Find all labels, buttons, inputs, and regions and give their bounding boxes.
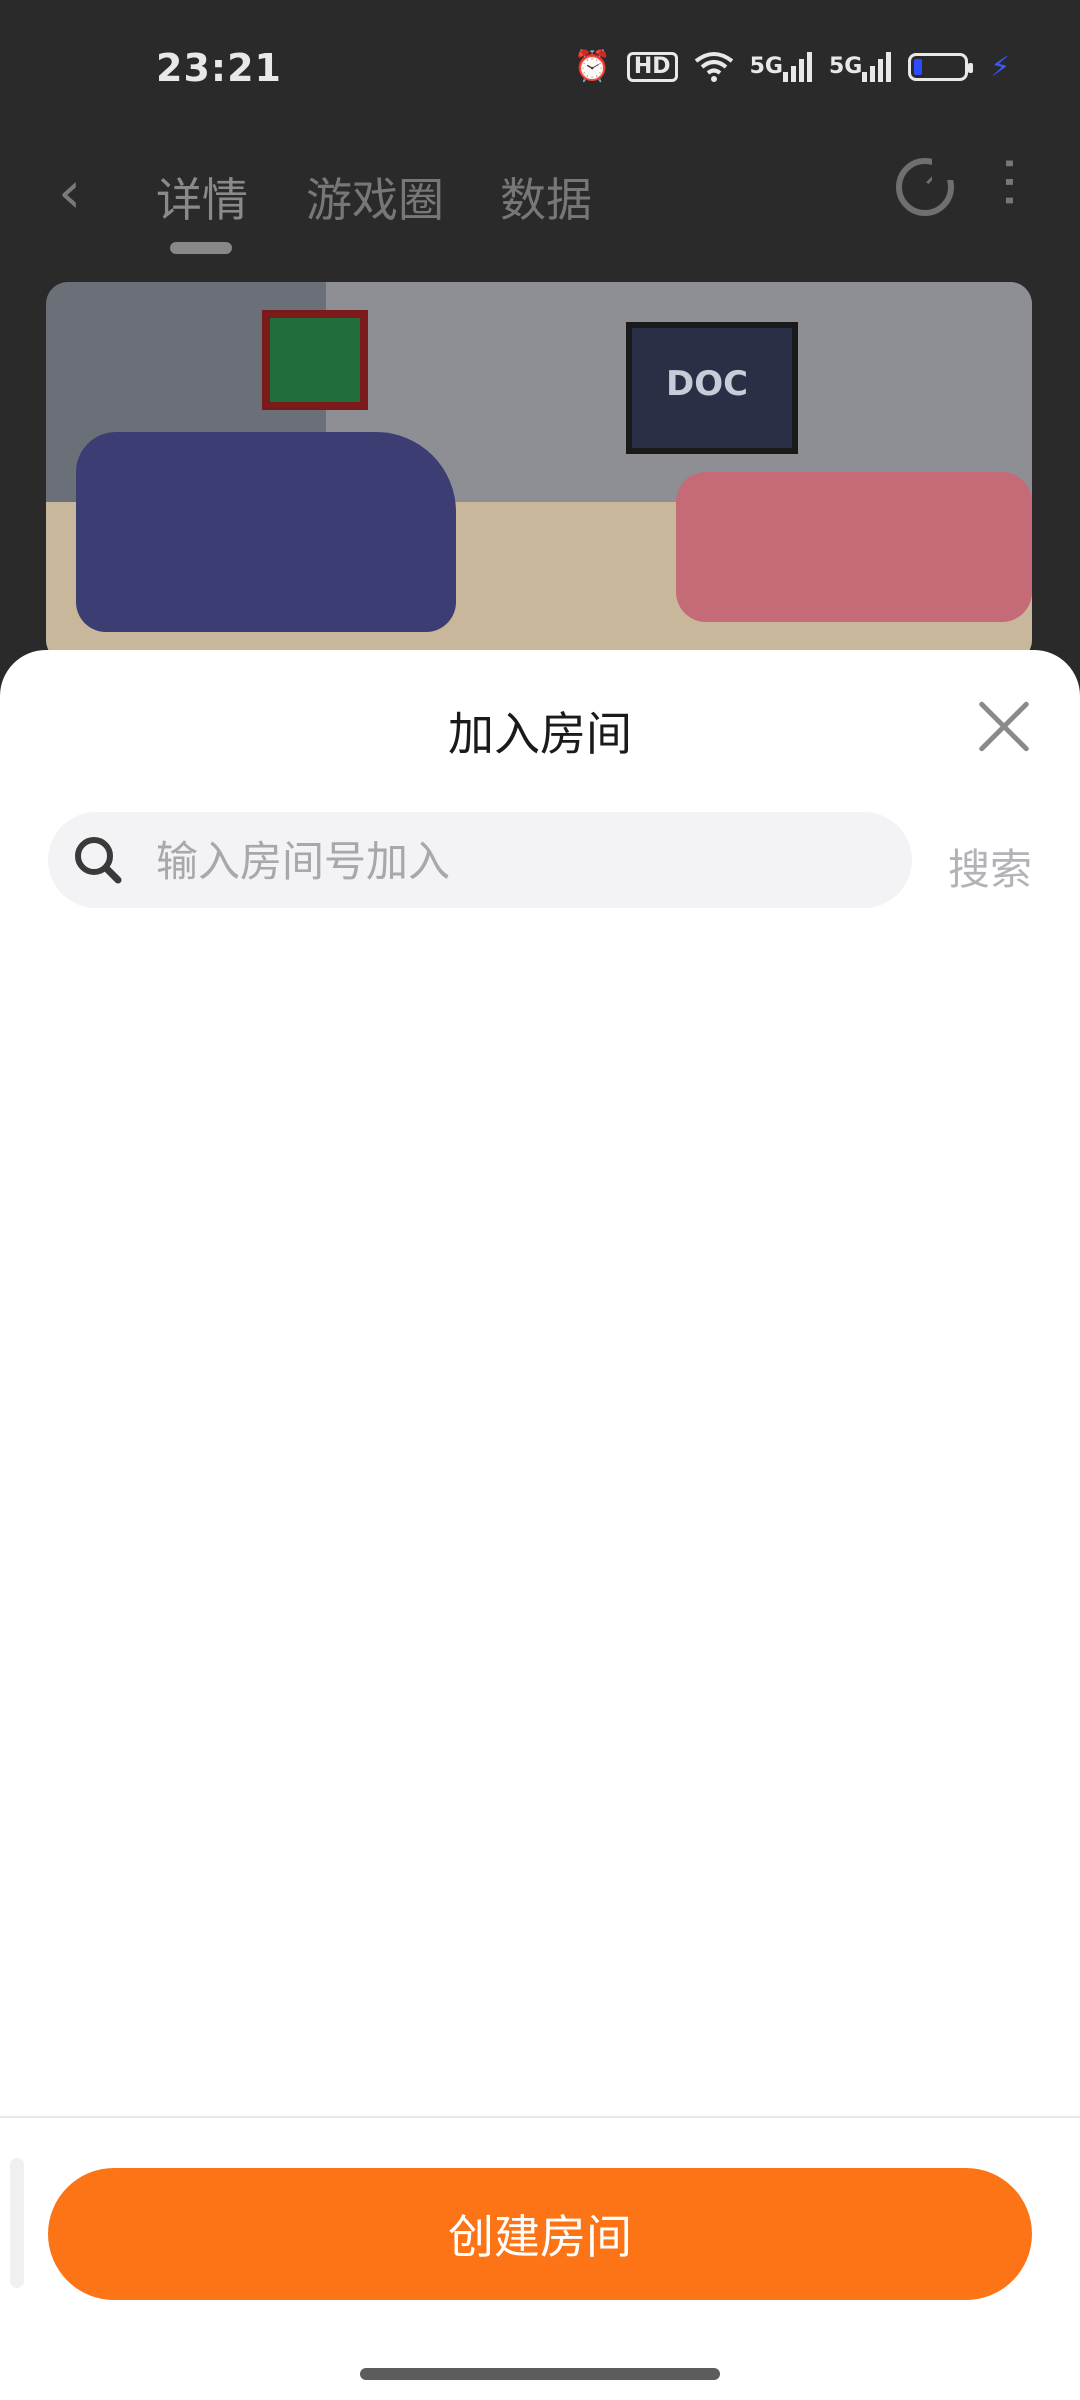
- tab-data[interactable]: 数据: [500, 164, 592, 230]
- close-icon[interactable]: [976, 698, 1032, 754]
- status-time: 23:21: [156, 46, 282, 90]
- home-indicator[interactable]: [360, 2368, 720, 2380]
- tab-details[interactable]: 详情: [156, 164, 248, 230]
- status-bar: 23:21 ⏰ HD 5G 5G ⚡: [0, 0, 1080, 130]
- hd-voice-icon: HD: [626, 51, 678, 82]
- room-number-input[interactable]: [154, 812, 898, 910]
- search-box[interactable]: [48, 812, 912, 910]
- sheet-title: 加入房间: [448, 707, 632, 761]
- sofa: [676, 472, 1032, 622]
- search-icon: [72, 834, 124, 886]
- wall-picture: [262, 310, 368, 410]
- create-room-button[interactable]: 创建房间: [48, 2168, 1032, 2300]
- status-icons: ⏰ HD 5G 5G ⚡: [574, 50, 1010, 83]
- alarm-icon: ⏰: [573, 48, 611, 84]
- 5g-signal-icon: 5G: [749, 51, 813, 82]
- tv-logo-text: DOC: [666, 364, 749, 404]
- edge-handle: [10, 2158, 24, 2288]
- game-banner-image: DOC: [46, 282, 1032, 662]
- search-button[interactable]: 搜索: [948, 836, 1032, 897]
- signal-label: 5G: [749, 53, 783, 79]
- 5g-signal-icon: 5G: [828, 51, 892, 82]
- kart-vehicle: [76, 432, 456, 632]
- charging-icon: ⚡: [990, 50, 1010, 83]
- wifi-icon: [694, 51, 734, 83]
- share-icon[interactable]: ↗: [896, 154, 954, 216]
- signal-label: 5G: [828, 53, 863, 79]
- join-room-sheet: 加入房间 搜索 创建房间: [0, 650, 1080, 2400]
- back-icon[interactable]: ‹: [58, 158, 81, 226]
- top-nav: ‹ 详情 游戏圈 数据 ↗ ⋯: [0, 140, 1080, 260]
- tv-screen: DOC: [626, 322, 798, 454]
- active-tab-indicator: [170, 242, 232, 254]
- divider: [0, 2116, 1080, 2118]
- battery-icon: [908, 52, 974, 81]
- more-icon[interactable]: ⋯: [978, 154, 1043, 210]
- tab-game-circle[interactable]: 游戏圈: [306, 164, 444, 230]
